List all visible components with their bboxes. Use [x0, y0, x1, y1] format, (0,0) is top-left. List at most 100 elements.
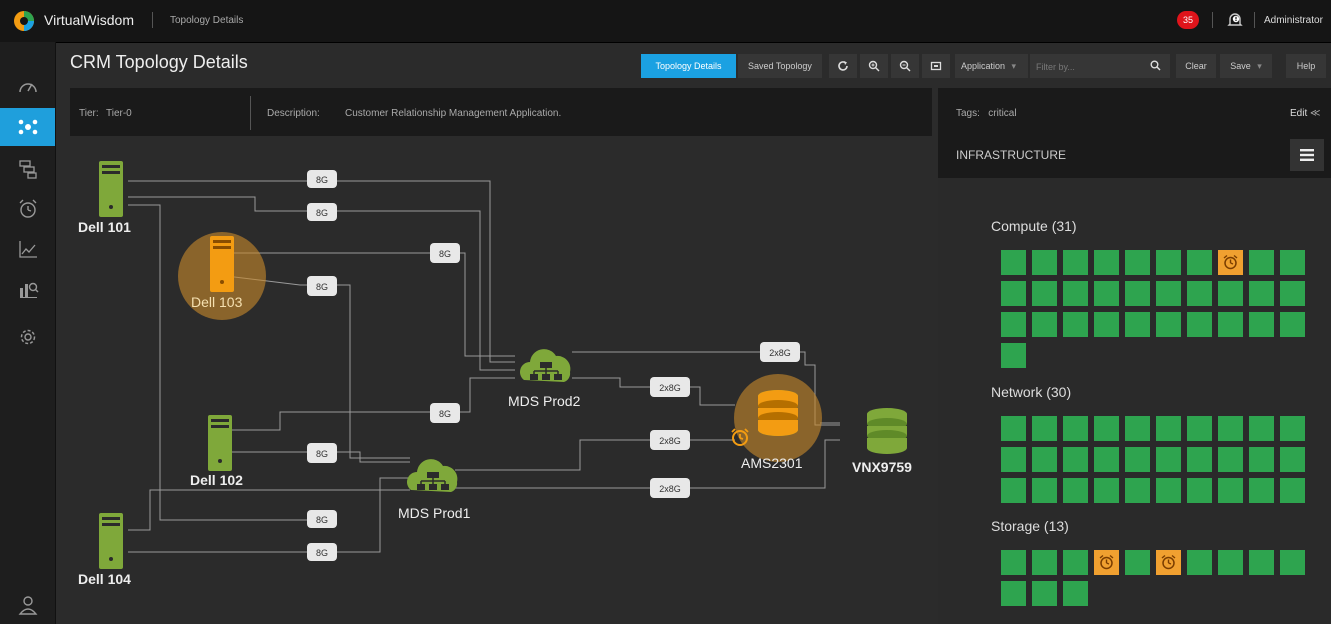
infrastructure-tile[interactable] [1001, 343, 1026, 368]
infrastructure-tile[interactable] [1125, 550, 1150, 575]
infrastructure-tile[interactable] [1218, 416, 1243, 441]
infrastructure-tile[interactable] [1249, 550, 1274, 575]
infrastructure-tile[interactable] [1063, 581, 1088, 606]
infrastructure-tile[interactable] [1187, 312, 1212, 337]
infrastructure-tile[interactable] [1156, 447, 1181, 472]
user-menu[interactable]: Administrator [1264, 15, 1323, 26]
sidebar-item-dashboard[interactable] [0, 68, 55, 106]
infrastructure-tile[interactable] [1280, 447, 1305, 472]
infrastructure-tile[interactable] [1094, 478, 1119, 503]
infrastructure-tile[interactable] [1094, 447, 1119, 472]
infrastructure-tile[interactable] [1001, 281, 1026, 306]
sidebar-item-settings[interactable] [0, 318, 55, 356]
infrastructure-tile[interactable] [1156, 416, 1181, 441]
node-dell103[interactable]: Dell 103 [178, 232, 266, 320]
link-label-l3[interactable]: 8G [430, 243, 460, 263]
sidebar-item-reports[interactable] [0, 270, 55, 308]
zoom-out-button[interactable] [891, 54, 919, 78]
link-label-l9[interactable]: 2x8G [760, 342, 800, 362]
link-label-l2[interactable]: 8G [307, 203, 337, 221]
node-dell104[interactable]: Dell 104 [78, 513, 131, 587]
application-dropdown[interactable]: Application ▾ [955, 54, 1028, 78]
sidebar-item-analytics[interactable] [0, 230, 55, 268]
refresh-button[interactable] [829, 54, 857, 78]
infrastructure-tile[interactable] [1280, 250, 1305, 275]
infrastructure-tile[interactable] [1063, 416, 1088, 441]
infrastructure-tile[interactable] [1032, 478, 1057, 503]
infrastructure-tile[interactable] [1001, 581, 1026, 606]
infrastructure-tile[interactable] [1001, 478, 1026, 503]
sidebar-item-profile[interactable] [0, 586, 55, 624]
infrastructure-tile[interactable] [1032, 281, 1057, 306]
infrastructure-tile[interactable] [1218, 478, 1243, 503]
alert-count-badge[interactable]: 35 [1177, 11, 1199, 29]
infrastructure-tile[interactable] [1249, 416, 1274, 441]
node-vnx9759[interactable]: VNX9759 [852, 408, 912, 475]
node-mds-prod2[interactable]: MDS Prod2 [508, 348, 581, 409]
infrastructure-tile[interactable] [1187, 447, 1212, 472]
infrastructure-tile[interactable] [1032, 550, 1057, 575]
notification-bell-icon[interactable] [1226, 11, 1244, 29]
infrastructure-tile[interactable] [1156, 250, 1181, 275]
infrastructure-tile[interactable] [1125, 312, 1150, 337]
infrastructure-tile-warning[interactable] [1094, 550, 1119, 575]
filter-input[interactable] [1034, 58, 1143, 76]
tab-topology-details[interactable]: Topology Details [641, 54, 736, 78]
link-label-l6[interactable]: 8G [307, 443, 337, 463]
link-label-l11[interactable]: 2x8G [650, 430, 690, 450]
infrastructure-tile[interactable] [1032, 312, 1057, 337]
infrastructure-tile[interactable] [1187, 478, 1212, 503]
link-label-l4[interactable]: 8G [307, 276, 337, 296]
infrastructure-tile[interactable] [1218, 281, 1243, 306]
infrastructure-tile[interactable] [1063, 281, 1088, 306]
infrastructure-tile[interactable] [1249, 281, 1274, 306]
sidebar-item-topology[interactable] [0, 108, 55, 146]
infrastructure-tile-warning[interactable] [1218, 250, 1243, 275]
infrastructure-tile[interactable] [1063, 250, 1088, 275]
infrastructure-tile[interactable] [1032, 581, 1057, 606]
link-label-l1[interactable]: 8G [307, 170, 337, 188]
search-icon[interactable] [1150, 60, 1161, 71]
infrastructure-tile[interactable] [1125, 250, 1150, 275]
infrastructure-tile[interactable] [1063, 478, 1088, 503]
help-button[interactable]: Help [1286, 54, 1326, 78]
infrastructure-tile[interactable] [1280, 478, 1305, 503]
sidebar-item-alarms[interactable] [0, 190, 55, 228]
infrastructure-tile[interactable] [1032, 250, 1057, 275]
infrastructure-tile[interactable] [1280, 312, 1305, 337]
infrastructure-tile[interactable] [1218, 447, 1243, 472]
infrastructure-tile[interactable] [1156, 478, 1181, 503]
infrastructure-tile[interactable] [1063, 312, 1088, 337]
sidebar-item-entities[interactable] [0, 150, 55, 188]
app-name[interactable]: VirtualWisdom [44, 12, 134, 28]
infrastructure-tile[interactable] [1094, 281, 1119, 306]
edit-button[interactable]: Edit ≪ [1290, 108, 1320, 119]
infrastructure-tile[interactable] [1094, 312, 1119, 337]
infrastructure-tile[interactable] [1280, 416, 1305, 441]
infrastructure-tile[interactable] [1094, 416, 1119, 441]
tab-saved-topology[interactable]: Saved Topology [738, 54, 822, 78]
clear-button[interactable]: Clear [1176, 54, 1216, 78]
infrastructure-tile[interactable] [1187, 250, 1212, 275]
infrastructure-tile[interactable] [1125, 416, 1150, 441]
infrastructure-tile[interactable] [1125, 478, 1150, 503]
fit-view-button[interactable] [922, 54, 950, 78]
infrastructure-tile[interactable] [1156, 312, 1181, 337]
infrastructure-tile[interactable] [1001, 416, 1026, 441]
infrastructure-tile[interactable] [1280, 550, 1305, 575]
infrastructure-tile[interactable] [1001, 447, 1026, 472]
link-label-l8[interactable]: 8G [307, 543, 337, 561]
infrastructure-tile[interactable] [1249, 447, 1274, 472]
infrastructure-tile[interactable] [1001, 312, 1026, 337]
infrastructure-tile[interactable] [1218, 550, 1243, 575]
filter-field[interactable] [1030, 54, 1170, 78]
infrastructure-tile[interactable] [1063, 447, 1088, 472]
breadcrumb[interactable]: Topology Details [170, 15, 243, 26]
infrastructure-tile[interactable] [1125, 447, 1150, 472]
topology-canvas[interactable]: 8G 8G 8G 8G 8G 8G 8G 8G 2x8G 2x8G 2x8G 2… [55, 138, 935, 624]
infrastructure-tile-warning[interactable] [1156, 550, 1181, 575]
link-label-l10[interactable]: 2x8G [650, 377, 690, 397]
infrastructure-tile[interactable] [1001, 250, 1026, 275]
infrastructure-tile[interactable] [1187, 416, 1212, 441]
link-label-l12[interactable]: 2x8G [650, 478, 690, 498]
